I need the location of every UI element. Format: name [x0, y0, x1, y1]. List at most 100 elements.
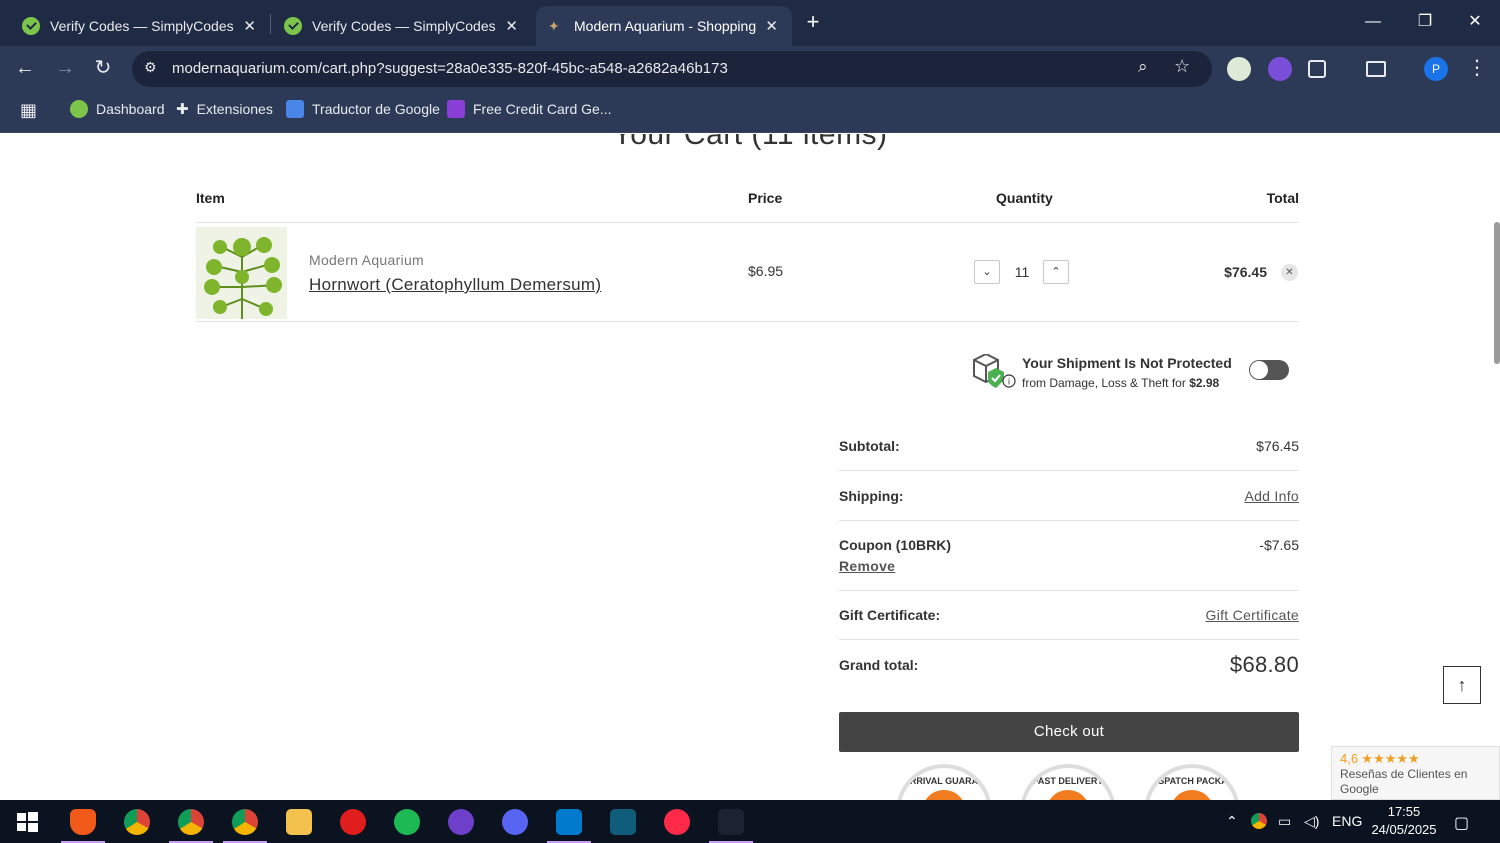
window-close-icon[interactable]: ✕ [1460, 8, 1490, 36]
chrome-icon[interactable] [124, 809, 150, 835]
github-desktop-icon[interactable] [448, 809, 474, 835]
tab-verify-codes-2[interactable]: Verify Codes — SimplyCodes ✕ [262, 6, 532, 46]
chrome-active-icon[interactable] [232, 809, 258, 835]
close-icon[interactable]: ✕ [765, 17, 778, 35]
volume-icon[interactable]: ◁) [1304, 813, 1319, 830]
tray-chevron-up-icon[interactable]: ⌃ [1226, 813, 1238, 830]
profile-avatar[interactable]: P [1424, 57, 1448, 81]
simplycodes-icon [284, 17, 302, 35]
badge-text: FAST DELIVERY [1032, 776, 1104, 786]
page-title: Your Cart (11 items) [612, 134, 888, 151]
tab-search-icon[interactable] [1366, 61, 1386, 77]
language-indicator[interactable]: ENG [1332, 813, 1362, 829]
vscode-icon[interactable] [556, 809, 582, 835]
league-icon[interactable] [610, 809, 636, 835]
cart-page: Your Cart (11 items) Item Price Quantity… [0, 134, 1500, 800]
restore-icon[interactable]: ❐ [1410, 8, 1440, 36]
arrival-guarantee-badge: ARRIVAL GUARAN [896, 764, 992, 800]
google-reviews-widget[interactable]: 4,6 ★★★★★ Reseñas de Clientes en Google [1331, 746, 1500, 800]
clock[interactable]: 17:55 24/05/2025 [1364, 803, 1444, 839]
brave-icon[interactable] [70, 809, 96, 835]
shipment-protection-toggle[interactable] [1249, 360, 1289, 380]
quantity-value[interactable]: 11 [1012, 264, 1032, 280]
notification-icon[interactable]: ▢ [1454, 813, 1469, 833]
coupon-remove-link[interactable]: Remove [839, 558, 895, 574]
bookmark-extensiones[interactable]: ✚ Extensiones [176, 100, 273, 118]
address-bar[interactable]: ⚙ modernaquarium.com/cart.php?suggest=28… [132, 51, 1212, 87]
grand-total-value: $68.80 [1229, 652, 1299, 677]
windows-start-icon[interactable] [14, 809, 40, 835]
product-image[interactable] [196, 227, 287, 319]
extensions-puzzle-icon[interactable] [1308, 60, 1326, 78]
package-protection-icon: i [973, 354, 1016, 388]
apps-grid-icon[interactable]: ▦ [20, 100, 37, 121]
review-stars-icon: ★★★★★ [1361, 751, 1420, 766]
url-text[interactable]: modernaquarium.com/cart.php?suggest=28a0… [172, 60, 728, 77]
column-header-item: Item [196, 190, 225, 206]
media-player-icon[interactable] [664, 809, 690, 835]
column-header-price: Price [748, 190, 783, 206]
puzzle-icon: ✚ [176, 101, 189, 118]
shipping-add-info-link[interactable]: Add Info [1244, 488, 1299, 504]
shipping-label: Shipping: [839, 488, 904, 504]
menu-kebab-icon[interactable]: ⋮ [1464, 56, 1490, 82]
bookmark-label: Extensiones [196, 101, 273, 117]
file-explorer-icon[interactable] [286, 809, 312, 835]
bookmark-label: Dashboard [96, 101, 165, 117]
tab-title: Modern Aquarium - Shopping C [574, 18, 758, 34]
checkout-button[interactable]: Check out [839, 712, 1299, 752]
coupon-label: Coupon (10BRK) [839, 537, 951, 553]
column-header-quantity: Quantity [996, 190, 1053, 206]
close-icon[interactable]: ✕ [243, 17, 256, 35]
product-name-link[interactable]: Hornwort (Ceratophyllum Demersum) [309, 275, 601, 295]
bookmark-traductor[interactable]: Traductor de Google [286, 100, 440, 118]
product-price: $6.95 [748, 263, 784, 279]
mouse-app-icon[interactable] [718, 809, 744, 835]
hornwort-plant-image [204, 237, 282, 319]
divider [196, 222, 1299, 223]
network-icon[interactable]: ▭ [1278, 813, 1291, 830]
gift-certificate-link[interactable]: Gift Certificate [1206, 607, 1300, 623]
bookmark-dashboard[interactable]: Dashboard [70, 100, 165, 118]
rocket-icon [447, 100, 465, 118]
divider [839, 639, 1299, 640]
tab-verify-codes-1[interactable]: Verify Codes — SimplyCodes ✕ [0, 6, 270, 46]
extension-purple-icon[interactable] [1268, 57, 1292, 81]
grand-total-row: Grand total: $68.80 [839, 652, 1299, 682]
remove-item-button[interactable]: ✕ [1281, 264, 1298, 281]
tab-title: Verify Codes — SimplyCodes [312, 18, 496, 34]
aquarium-favicon-icon: ✦ [548, 18, 560, 34]
extension-simplycodes-icon[interactable] [1227, 57, 1251, 81]
forward-icon[interactable]: → [52, 56, 78, 82]
chrome-profile-icon[interactable] [178, 809, 204, 835]
coupon-value: -$7.65 [1259, 537, 1299, 553]
spotify-icon[interactable] [394, 809, 420, 835]
scrollbar-thumb[interactable] [1494, 222, 1500, 364]
tab-title: Verify Codes — SimplyCodes [50, 18, 234, 34]
bookmark-free-credit-card[interactable]: Free Credit Card Ge... [447, 100, 612, 118]
bookmark-star-icon[interactable]: ☆ [1174, 56, 1190, 77]
reload-icon[interactable]: ↻ [90, 56, 116, 82]
browser-tab-bar: Verify Codes — SimplyCodes ✕ Verify Code… [0, 0, 1500, 46]
dashboard-icon [70, 100, 88, 118]
back-icon[interactable]: ← [12, 56, 38, 82]
site-info-icon[interactable]: ⚙ [144, 59, 157, 76]
badge-text: DISPATCH PACKAG [1149, 776, 1235, 786]
tray-chrome-icon[interactable] [1251, 813, 1267, 829]
minimize-icon[interactable]: — [1358, 8, 1388, 36]
divider [839, 520, 1299, 521]
quantity-decrease-button[interactable]: ⌄ [974, 260, 1000, 284]
app-red-icon[interactable] [340, 809, 366, 835]
close-icon[interactable]: ✕ [505, 17, 518, 35]
discord-icon[interactable] [502, 809, 528, 835]
divider [839, 590, 1299, 591]
review-rating: 4,6 [1340, 751, 1359, 766]
google-translate-icon [286, 100, 304, 118]
bookmarks-bar: ▦ Dashboard ✚ Extensiones Traductor de G… [0, 90, 1500, 133]
clock-date: 24/05/2025 [1371, 822, 1437, 837]
quantity-increase-button[interactable]: ⌃ [1043, 260, 1069, 284]
tab-modern-aquarium[interactable]: ✦ Modern Aquarium - Shopping C ✕ [536, 6, 792, 46]
zoom-search-icon[interactable]: ⌕ [1138, 57, 1148, 77]
scroll-to-top-button[interactable]: ↑ [1443, 666, 1481, 704]
new-tab-button[interactable]: + [798, 8, 828, 36]
